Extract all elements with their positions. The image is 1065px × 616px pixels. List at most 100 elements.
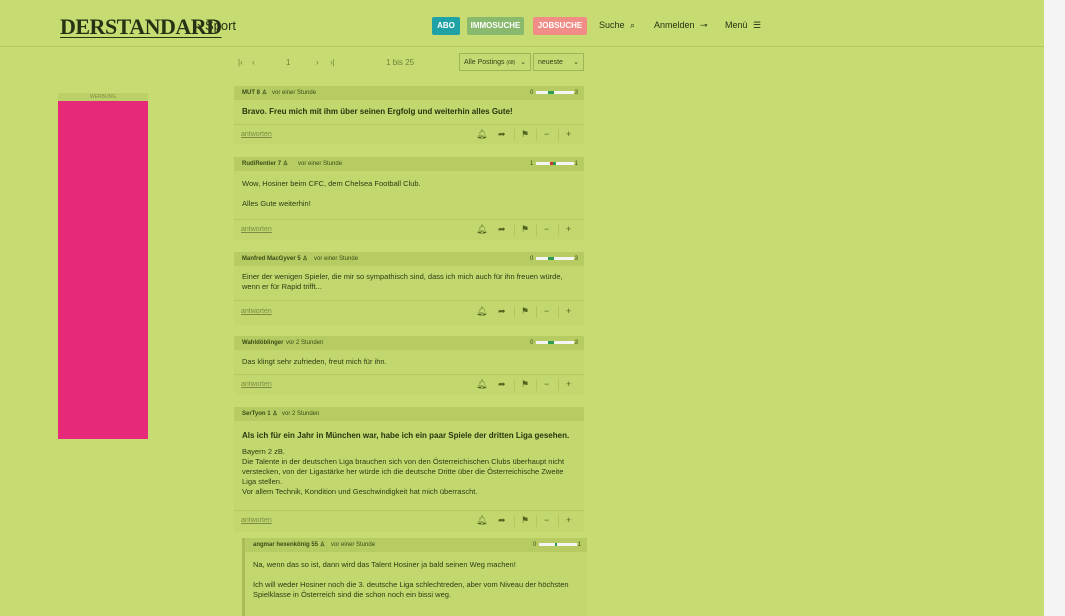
post-card: Wahldöblinger vor 2 Stunden 0 3 Das klin… — [234, 336, 584, 395]
post-card: SerTyon 1 ♙ vor 2 Stunden Als ich für ei… — [234, 407, 584, 532]
bell-icon[interactable]: 🔔︎ — [476, 306, 487, 317]
post-meta: Wahldöblinger vor 2 Stunden 0 3 — [234, 336, 584, 350]
last-page-button[interactable]: ›| — [330, 58, 335, 67]
filter-select[interactable]: Alle Postings (68) ⌄ — [459, 53, 531, 71]
post-time: vor einer Stunde — [314, 256, 359, 262]
flag-icon[interactable]: ⚑ — [521, 224, 529, 235]
post-user[interactable]: Wahldöblinger — [242, 336, 283, 350]
reply-link[interactable]: antworten — [241, 131, 272, 138]
post-body: Na, wenn das so ist, dann wird das Talen… — [253, 560, 569, 599]
bell-icon[interactable]: 🔔︎ — [476, 379, 487, 390]
range-text: 1 bis 25 — [386, 58, 415, 67]
post-card-reply: angmar hexenkönig 55 ♙ vor einer Stunde … — [242, 538, 587, 616]
post-meta: Manfred MacGyver 5 ♙ vor einer Stunde 0 … — [234, 252, 584, 266]
vote-bar: 0 1 — [533, 542, 581, 548]
header-bar: DERSTANDARD › Sport ABO IMMOSUCHE JOBSUC… — [0, 0, 1044, 47]
abo-button[interactable]: ABO — [432, 17, 460, 35]
post-title: Als ich für ein Jahr in München war, hab… — [242, 431, 570, 440]
share-icon[interactable]: ➦ — [498, 379, 506, 390]
flag-icon[interactable]: ⚑ — [521, 515, 529, 526]
minus-icon[interactable]: − — [544, 515, 549, 525]
prev-page-button[interactable]: ‹ — [252, 58, 255, 67]
minus-icon[interactable]: − — [544, 306, 549, 316]
flag-icon[interactable]: ⚑ — [521, 306, 529, 317]
share-icon[interactable]: ➦ — [498, 306, 506, 317]
search-button[interactable]: Suche ⌕ — [599, 20, 635, 31]
plus-icon[interactable]: + — [566, 129, 571, 139]
post-user[interactable]: angmar hexenkönig 55 ♙ — [253, 538, 325, 552]
search-icon: ⌕ — [630, 20, 636, 30]
post-user[interactable]: SerTyon 1 ♙ — [242, 407, 278, 421]
search-label: Suche — [599, 20, 625, 30]
vote-bar: 0 3 — [530, 90, 578, 96]
post-body: Das klingt sehr zufrieden, freut mich fü… — [242, 357, 387, 366]
minus-icon[interactable]: − — [544, 129, 549, 139]
post-meta: MUT 8 ♙ vor einer Stunde 0 3 — [234, 86, 584, 100]
plus-icon[interactable]: + — [566, 515, 571, 525]
user-icon: ♙ — [302, 256, 308, 262]
post-time: vor einer Stunde — [272, 90, 317, 96]
user-icon: ♙ — [319, 542, 326, 548]
bell-icon[interactable]: 🔔︎ — [476, 224, 487, 235]
post-time: vor einer Stunde — [331, 542, 376, 548]
section-breadcrumb[interactable]: › Sport — [197, 18, 236, 33]
post-body: Bayern 2 zB. Die Talente in der deutsche… — [242, 447, 565, 496]
post-body: Einer der wenigen Spieler, die mir so sy… — [242, 272, 563, 291]
reply-link[interactable]: antworten — [241, 308, 272, 315]
user-icon: ♙ — [282, 161, 289, 167]
post-meta: SerTyon 1 ♙ vor 2 Stunden — [234, 407, 584, 421]
plus-icon[interactable]: + — [566, 224, 571, 234]
share-icon[interactable]: ➦ — [498, 129, 506, 140]
chevron-down-icon: ⌄ — [520, 59, 526, 66]
reply-link[interactable]: antworten — [241, 517, 272, 524]
plus-icon[interactable]: + — [566, 379, 571, 389]
post-time: vor einer Stunde — [298, 161, 343, 167]
post-meta: RudiRentier 7 ♙ vor einer Stunde 1 1 — [234, 157, 584, 171]
share-icon[interactable]: ➦ — [498, 224, 506, 235]
login-label: Anmelden — [654, 20, 695, 30]
sort-label: neueste — [538, 59, 563, 66]
post-meta: angmar hexenkönig 55 ♙ vor einer Stunde … — [245, 538, 587, 552]
vote-bar: 0 3 — [530, 256, 578, 262]
menu-button[interactable]: Menü ☰ — [725, 20, 761, 31]
filter-count: (68) — [506, 60, 516, 66]
first-page-button[interactable]: |‹ — [238, 58, 243, 67]
post-card: MUT 8 ♙ vor einer Stunde 0 3 Bravo. Freu… — [234, 86, 584, 144]
key-icon: ⊸ — [700, 20, 708, 30]
hamburger-icon: ☰ — [753, 20, 762, 30]
post-card: Manfred MacGyver 5 ♙ vor einer Stunde 0 … — [234, 252, 584, 325]
post-card: RudiRentier 7 ♙ vor einer Stunde 1 1 Wow… — [234, 157, 584, 240]
plus-icon[interactable]: + — [566, 306, 571, 316]
filter-label: Alle Postings — [464, 59, 505, 66]
advertisement[interactable] — [58, 101, 148, 439]
post-time: vor 2 Stunden — [282, 411, 320, 417]
user-icon: ♙ — [261, 90, 268, 96]
vote-bar: 0 3 — [530, 340, 578, 346]
bell-icon[interactable]: 🔔︎ — [476, 515, 487, 526]
flag-icon[interactable]: ⚑ — [521, 129, 529, 140]
post-time: vor 2 Stunden — [286, 340, 324, 346]
flag-icon[interactable]: ⚑ — [521, 379, 529, 390]
reply-link[interactable]: antworten — [241, 381, 272, 388]
scrollbar[interactable] — [1044, 0, 1065, 616]
share-icon[interactable]: ➦ — [498, 515, 506, 526]
post-body: Wow, Hosiner beim CFC, dem Chelsea Footb… — [242, 179, 421, 208]
jobsuche-button[interactable]: JOBSUCHE — [533, 17, 587, 35]
login-button[interactable]: Anmelden ⊸ — [654, 20, 708, 31]
vote-bar: 1 1 — [530, 161, 578, 167]
minus-icon[interactable]: − — [544, 379, 549, 389]
minus-icon[interactable]: − — [544, 224, 549, 234]
immosuche-button[interactable]: IMMOSUCHE — [467, 17, 524, 35]
next-page-button[interactable]: › — [316, 58, 319, 67]
menu-label: Menü — [725, 20, 748, 30]
ad-label: WERBUNG — [58, 93, 148, 101]
post-title: Bravo. Freu mich mit ihm über seinen Erg… — [242, 107, 513, 116]
bell-icon[interactable]: 🔔︎ — [476, 129, 487, 140]
chevron-down-icon: ⌄ — [573, 59, 579, 66]
post-user[interactable]: RudiRentier 7 ♙ — [242, 157, 288, 171]
post-user[interactable]: Manfred MacGyver 5 ♙ — [242, 252, 308, 266]
reply-link[interactable]: antworten — [241, 226, 272, 233]
sort-select[interactable]: neueste ⌄ — [533, 53, 584, 71]
post-user[interactable]: MUT 8 ♙ — [242, 86, 267, 100]
page-number: 1 — [286, 58, 291, 67]
